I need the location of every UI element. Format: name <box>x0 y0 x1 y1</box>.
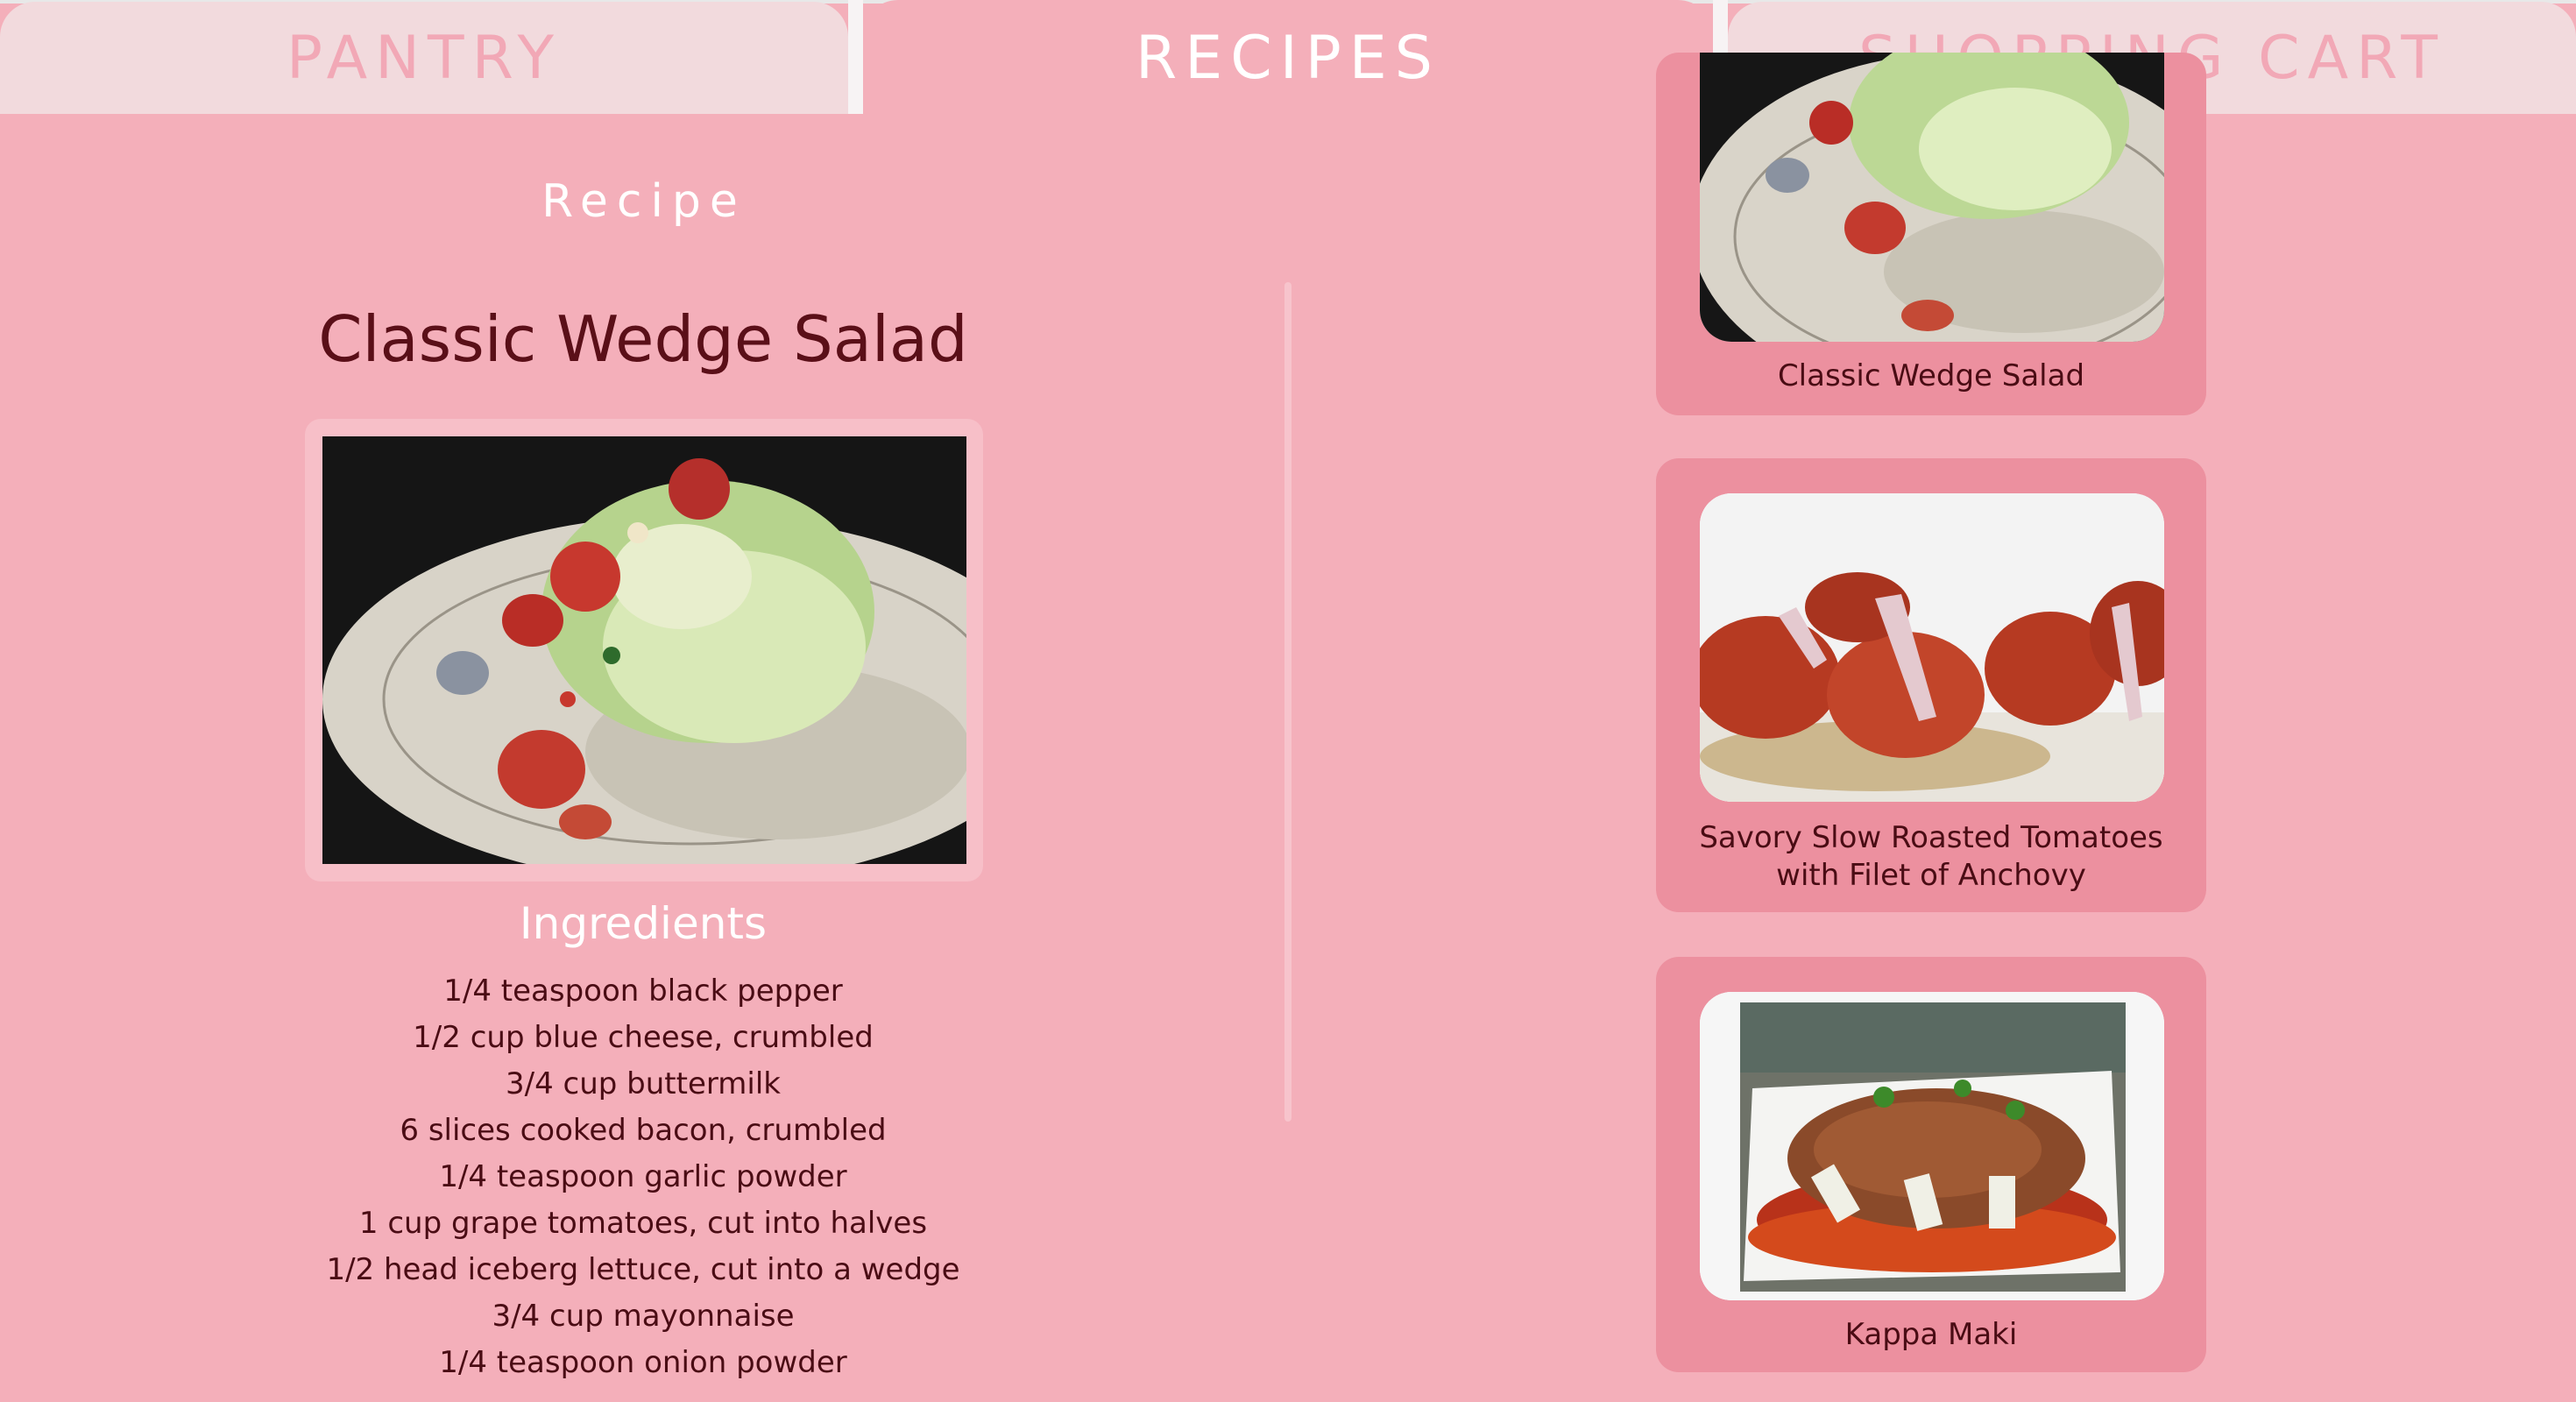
ingredient-item: 1/2 cup blue cheese, crumbled <box>413 1020 874 1055</box>
ingredient-item: 1/2 head iceberg lettuce, cut into a wed… <box>326 1252 960 1287</box>
ingredient-item: 3/4 cup mayonnaise <box>492 1299 795 1334</box>
ingredients-heading: Ingredients <box>519 898 768 949</box>
tab-gap <box>848 0 863 114</box>
app-root: PANTRY RECIPES SHOPPING CART Recipe Clas… <box>0 0 2576 1402</box>
recipe-card[interactable]: Classic Wedge Salad <box>1656 53 2206 415</box>
recipe-card-image <box>1700 493 2164 802</box>
ingredients-list: 1/4 teaspoon black pepper 1/2 cup blue c… <box>0 968 1286 1386</box>
pane-divider <box>1284 282 1292 1122</box>
tab-recipes[interactable]: RECIPES <box>863 0 1713 116</box>
recipe-card-label: Savory Slow Roasted Tomatoes with Filet … <box>1699 820 2163 893</box>
recipe-card-image <box>1700 992 2164 1300</box>
ingredient-item: 1 cup grape tomatoes, cut into halves <box>358 1206 928 1241</box>
ingredient-item: 1/4 teaspoon black pepper <box>443 974 843 1009</box>
ingredient-item: 6 slices cooked bacon, crumbled <box>400 1113 887 1148</box>
recipe-card[interactable]: Savory Slow Roasted Tomatoes with Filet … <box>1656 458 2206 912</box>
tab-pantry[interactable]: PANTRY <box>0 2 848 114</box>
recipe-card-image <box>1700 53 2164 342</box>
recipe-card-label: Kappa Maki <box>1844 1317 2018 1352</box>
recipe-section-heading: Recipe <box>541 175 747 228</box>
ingredient-item: 3/4 cup buttermilk <box>506 1066 781 1101</box>
recipe-card-label: Classic Wedge Salad <box>1777 358 2085 393</box>
ingredient-item: 1/4 teaspoon garlic powder <box>439 1159 847 1194</box>
ingredient-item: 1/4 teaspoon onion powder <box>439 1345 847 1380</box>
recipe-card[interactable]: Kappa Maki <box>1656 957 2206 1372</box>
recipe-title: Classic Wedge Salad <box>318 302 968 376</box>
recipe-image <box>322 436 966 864</box>
